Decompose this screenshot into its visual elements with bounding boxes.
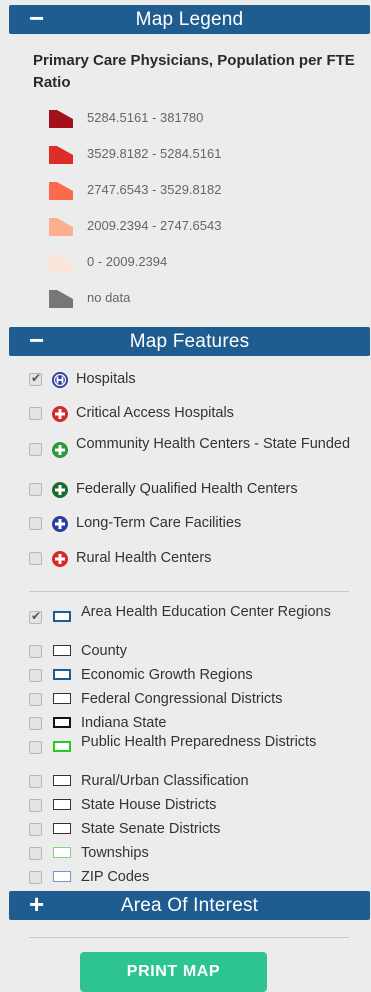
legend-item: 5284.5161 - 381780 (47, 107, 347, 131)
boundary-checkbox[interactable] (29, 847, 42, 860)
boundary-swatch-icon (53, 717, 71, 728)
feature-checkbox[interactable] (29, 407, 42, 420)
feature-label: Long-Term Care Facilities (76, 515, 242, 531)
legend-item: no data (47, 287, 347, 311)
legend-panel: − Map Legend Primary Care Physicians, Po… (0, 0, 371, 992)
legend-item-label: 2747.6543 - 3529.8182 (87, 182, 222, 197)
legend-swatch (49, 146, 73, 164)
feature-checkbox[interactable] (29, 517, 42, 530)
area-of-interest-title: Area Of Interest (120, 895, 259, 916)
boundary-item[interactable]: Federal Congressional Districts (29, 688, 359, 712)
boundary-item[interactable]: Townships (29, 842, 359, 866)
boundary-label: County (81, 643, 127, 659)
print-map-button[interactable]: PRINT MAP (80, 952, 267, 992)
divider (29, 591, 349, 592)
boundary-label: Area Health Education Center Regions (81, 604, 331, 620)
feature-checkbox[interactable] (29, 552, 42, 565)
blue-plus-icon (52, 516, 68, 532)
boundary-swatch-icon (53, 669, 71, 680)
legend-swatch (49, 218, 73, 236)
boundary-label: Rural/Urban Classification (81, 773, 249, 789)
boundary-swatch-icon (53, 871, 71, 882)
boundary-item[interactable]: Indiana State (29, 712, 359, 736)
boundary-item[interactable]: Rural/Urban Classification (29, 770, 359, 794)
legend-item-label: no data (87, 290, 131, 305)
boundary-item[interactable]: State Senate Districts (29, 818, 359, 842)
legend-swatch (49, 110, 73, 128)
feature-item[interactable]: Federally Qualified Health Centers (29, 478, 359, 502)
boundary-item[interactable]: Area Health Education Center Regions (29, 604, 359, 630)
feature-checkbox[interactable] (29, 371, 42, 386)
feature-item[interactable]: Long-Term Care Facilities (29, 512, 359, 536)
legend-item: 3529.8182 - 5284.5161 (47, 143, 347, 167)
boundary-item[interactable]: State House Districts (29, 794, 359, 818)
green-plus-icon (52, 442, 68, 458)
boundary-item[interactable]: Public Health Preparedness Districts (29, 734, 359, 760)
boundary-swatch-icon (53, 693, 71, 704)
boundary-item[interactable]: Economic Growth Regions (29, 664, 359, 688)
boundary-item[interactable]: County (29, 640, 359, 664)
feature-checkbox[interactable] (29, 443, 42, 456)
map-legend-title: Map Legend (135, 9, 244, 30)
boundary-checkbox[interactable] (29, 871, 42, 884)
boundary-checkbox[interactable] (29, 669, 42, 682)
legend-item-label: 2009.2394 - 2747.6543 (87, 218, 222, 233)
boundary-checkbox[interactable] (29, 775, 42, 788)
hospital-h-icon (52, 372, 68, 388)
feature-label: Rural Health Centers (76, 550, 212, 566)
boundary-checkbox[interactable] (29, 717, 42, 730)
legend-item: 2747.6543 - 3529.8182 (47, 179, 347, 203)
legend-swatch (49, 254, 73, 272)
feature-item[interactable]: Community Health Centers - State Funded (29, 436, 359, 462)
boundary-swatch-icon (53, 775, 71, 786)
boundary-checkbox[interactable] (29, 645, 42, 658)
boundary-checkbox[interactable] (29, 609, 42, 624)
divider (29, 937, 349, 938)
legend-swatch (49, 182, 73, 200)
boundary-label: Public Health Preparedness Districts (81, 734, 317, 750)
feature-checkbox[interactable] (29, 483, 42, 496)
boundary-label: ZIP Codes (81, 869, 150, 885)
boundary-swatch-icon (53, 823, 71, 834)
red-plus-icon (52, 406, 68, 422)
map-legend-header[interactable]: − Map Legend (9, 5, 370, 34)
legend-item: 0 - 2009.2394 (47, 251, 347, 275)
dark-green-plus-icon (52, 482, 68, 498)
area-of-interest-header[interactable]: + Area Of Interest (9, 891, 370, 920)
feature-item[interactable]: Rural Health Centers (29, 547, 359, 571)
legend-heading: Primary Care Physicians, Population per … (33, 52, 355, 91)
boundary-checkbox[interactable] (29, 693, 42, 706)
legend-swatch (49, 290, 73, 308)
map-features-title: Map Features (129, 331, 250, 352)
boundary-label: State Senate Districts (81, 821, 221, 837)
boundary-label: Indiana State (81, 715, 167, 731)
boundary-checkbox[interactable] (29, 799, 42, 812)
feature-label: Community Health Centers - State Funded (76, 436, 351, 452)
boundary-label: State House Districts (81, 797, 217, 813)
boundary-swatch-icon (53, 741, 71, 752)
feature-item[interactable]: Hospitals (29, 368, 359, 392)
boundary-swatch-icon (53, 645, 71, 656)
boundary-swatch-icon (53, 611, 71, 622)
red-outline-plus-icon (52, 551, 68, 567)
legend-item-label: 0 - 2009.2394 (87, 254, 168, 269)
legend-item-label: 3529.8182 - 5284.5161 (87, 146, 222, 161)
boundary-label: Townships (81, 845, 149, 861)
legend-item: 2009.2394 - 2747.6543 (47, 215, 347, 239)
feature-label: Hospitals (76, 371, 136, 387)
boundary-swatch-icon (53, 799, 71, 810)
boundary-checkbox[interactable] (29, 823, 42, 836)
boundary-label: Federal Congressional Districts (81, 691, 283, 707)
feature-label: Critical Access Hospitals (76, 405, 234, 421)
legend-item-label: 5284.5161 - 381780 (87, 110, 204, 125)
boundary-item[interactable]: ZIP Codes (29, 866, 359, 890)
map-features-header[interactable]: − Map Features (9, 327, 370, 356)
feature-item[interactable]: Critical Access Hospitals (29, 402, 359, 426)
boundary-swatch-icon (53, 847, 71, 858)
feature-label: Federally Qualified Health Centers (76, 481, 298, 497)
boundary-label: Economic Growth Regions (81, 667, 253, 683)
boundary-checkbox[interactable] (29, 741, 42, 754)
